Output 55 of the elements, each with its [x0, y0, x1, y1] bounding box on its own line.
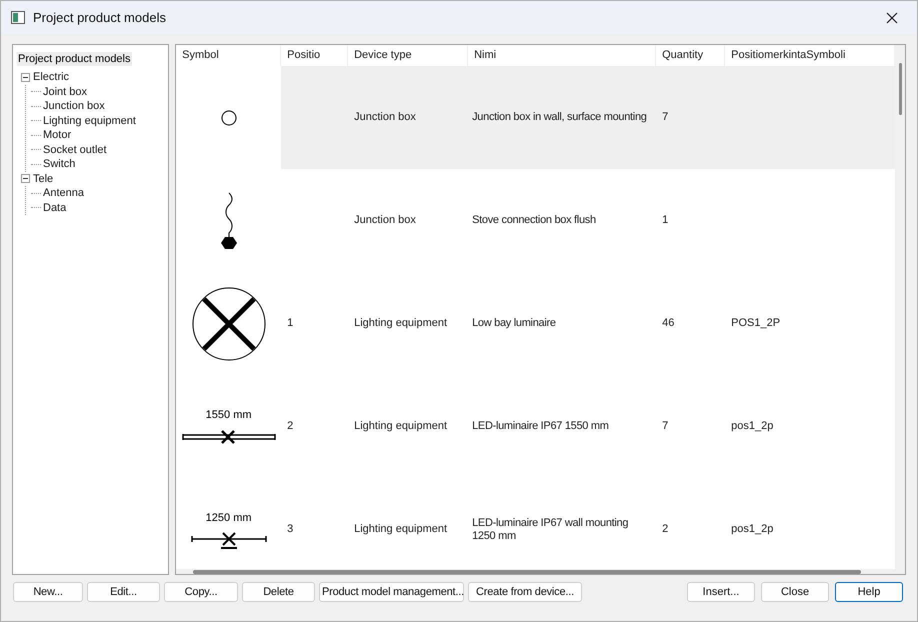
- tree-item[interactable]: Electric: [33, 70, 70, 84]
- tree-item[interactable]: Data: [43, 200, 66, 215]
- dialog-button[interactable]: Edit...: [87, 582, 160, 602]
- collapse-icon[interactable]: [21, 174, 30, 184]
- table-cell: 1: [287, 317, 294, 330]
- table-cell: Stove connection box flush: [472, 214, 596, 227]
- vertical-scrollbar[interactable]: [895, 45, 905, 569]
- table-cell: 2: [662, 523, 668, 536]
- table-cell: 1: [662, 214, 668, 227]
- tree-item[interactable]: Socket outlet: [43, 142, 107, 157]
- table-cell: Low bay luminaire: [472, 317, 556, 330]
- table-cell: Junction box in wall, surface mounting: [472, 111, 647, 124]
- tree-item[interactable]: Motor: [43, 128, 72, 142]
- dialog-button[interactable]: Copy...: [164, 582, 238, 602]
- dialog-button[interactable]: Product model management...: [319, 582, 464, 602]
- tree-item[interactable]: Antenna: [43, 186, 84, 200]
- table-cell-text: LED-luminaire IP67 wall mounting 1250 mm: [472, 516, 630, 542]
- stove-box-symbol-icon: [218, 190, 239, 250]
- tree-item[interactable]: Tele: [33, 172, 54, 186]
- table-cell: Lighting equipment: [354, 420, 448, 433]
- junction-box-symbol-icon: [220, 110, 237, 126]
- table-cell: Lighting equipment: [354, 523, 448, 536]
- tree-root[interactable]: Project product models: [17, 52, 132, 66]
- tree-item[interactable]: Junction box: [43, 99, 105, 114]
- collapse-icon[interactable]: [21, 72, 30, 82]
- table-cell: Junction box: [354, 214, 416, 227]
- dialog-button[interactable]: Insert...: [687, 582, 755, 602]
- table-row[interactable]: Junction box Junction box in wall, surface mounting 7: [176, 66, 896, 169]
- table-cell: 7: [662, 111, 668, 124]
- length-label: 1550 mm: [206, 408, 252, 424]
- linear-luminaire-symbol-icon: [182, 428, 276, 446]
- table-cell: pos1_2p: [731, 523, 774, 536]
- table-cell: Lighting equipment: [354, 317, 448, 330]
- linear-luminaire-symbol-icon: [190, 530, 267, 549]
- table-cell: Junction box: [354, 111, 416, 124]
- length-label: 1250 mm: [206, 511, 252, 526]
- table-cell: LED-luminaire IP67 1550 mm: [472, 420, 609, 433]
- table-cell: 7: [662, 420, 668, 433]
- tree-item[interactable]: Joint box: [43, 84, 88, 99]
- dialog-button[interactable]: New...: [13, 582, 83, 602]
- dialog-button[interactable]: Close: [761, 582, 829, 602]
- luminaire-symbol-icon: [190, 286, 267, 362]
- table-cell: 3: [287, 523, 294, 536]
- table-cell: 2: [287, 420, 294, 433]
- table-cell: pos1_2p: [731, 420, 774, 433]
- tree-item[interactable]: Switch: [43, 157, 76, 172]
- table-cell: POS1_2P: [731, 317, 780, 330]
- table-cell: 46: [662, 317, 674, 330]
- dialog-button[interactable]: Delete: [242, 582, 315, 602]
- tree-item[interactable]: Lighting equipment: [43, 114, 136, 128]
- dialog-button[interactable]: Create from device...: [468, 582, 582, 602]
- dialog-button[interactable]: Help: [835, 582, 903, 602]
- close-icon: [886, 12, 898, 24]
- app-icon: [11, 11, 25, 24]
- window-title: Project product models: [33, 8, 166, 27]
